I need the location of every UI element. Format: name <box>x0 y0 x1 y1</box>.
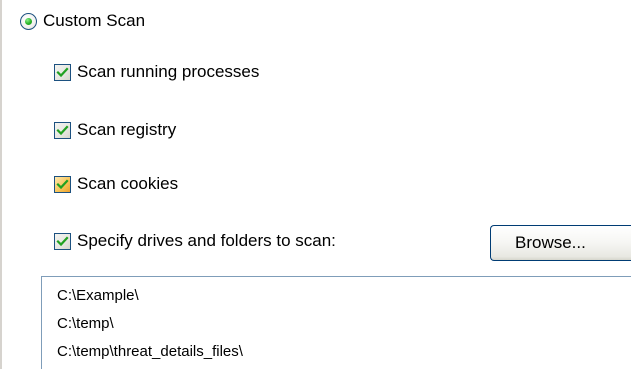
custom-scan-panel: Custom Scan Scan running processes Scan … <box>0 0 631 369</box>
folder-list-item[interactable]: C:\temp\ <box>57 315 114 333</box>
specify-drives-folders-checkbox[interactable] <box>54 232 71 250</box>
option-scan-registry[interactable]: Scan registry <box>54 120 176 140</box>
custom-scan-radio-row[interactable]: Custom Scan <box>20 11 145 31</box>
scan-cookies-label: Scan cookies <box>77 174 179 193</box>
option-specify-drives-folders[interactable]: Specify drives and folders to scan: <box>54 231 336 251</box>
scan-registry-checkbox[interactable] <box>54 121 71 139</box>
checkmark-icon <box>56 66 69 77</box>
scan-cookies-checkbox[interactable] <box>54 175 71 193</box>
folder-list-item[interactable]: C:\temp\threat_details_files\ <box>57 343 243 361</box>
option-scan-cookies[interactable]: Scan cookies <box>54 174 178 194</box>
checkmark-icon <box>56 124 69 135</box>
custom-scan-label: Custom Scan <box>43 11 146 30</box>
scan-registry-label: Scan registry <box>77 120 177 139</box>
browse-button[interactable]: Browse... <box>490 225 631 261</box>
folder-list-item[interactable]: C:\Example\ <box>57 287 139 305</box>
scan-running-processes-checkbox[interactable] <box>54 63 71 81</box>
radio-selected-dot-icon <box>25 17 32 25</box>
scan-running-processes-label: Scan running processes <box>77 62 260 81</box>
checkmark-icon <box>56 235 69 246</box>
specify-drives-folders-label: Specify drives and folders to scan: <box>77 231 336 250</box>
option-scan-running-processes[interactable]: Scan running processes <box>54 62 259 82</box>
checkmark-icon <box>56 178 69 189</box>
custom-scan-radio[interactable] <box>20 12 37 30</box>
folder-list[interactable]: C:\Example\ C:\temp\ C:\temp\threat_deta… <box>41 276 631 369</box>
